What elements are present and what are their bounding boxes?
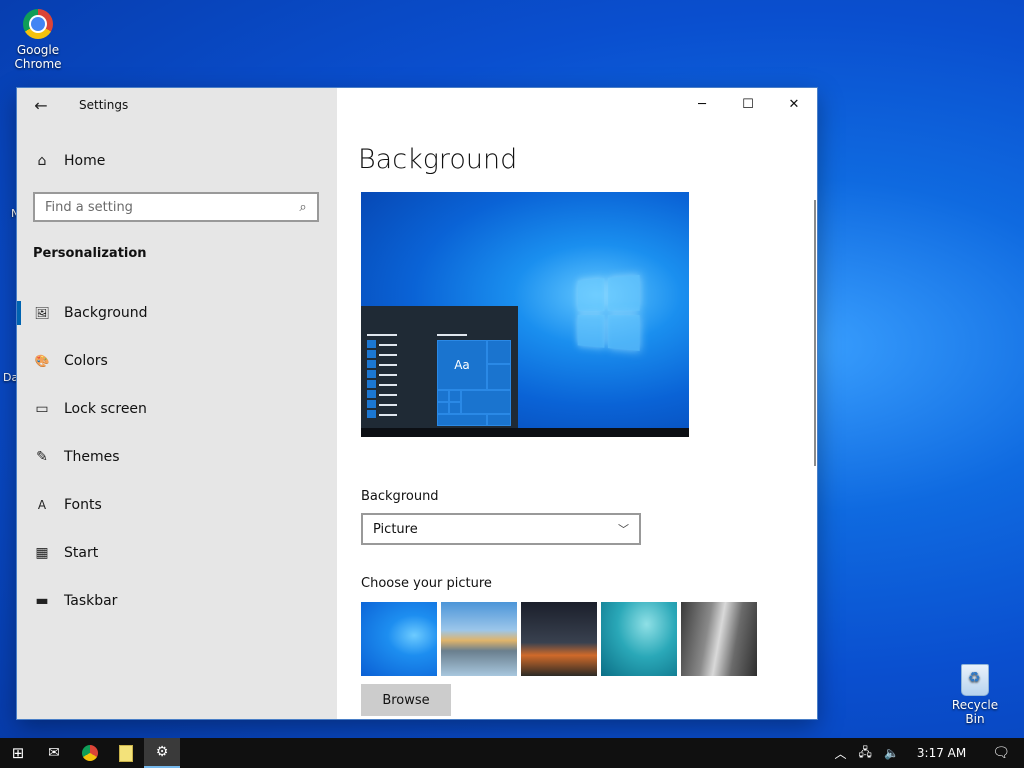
sidebar-item-start[interactable]: ▦ Start: [17, 529, 337, 577]
close-button[interactable]: ✕: [771, 88, 817, 120]
minimize-button[interactable]: ─: [679, 88, 725, 120]
sidebar-item-background[interactable]: 🖼 Background: [17, 289, 337, 337]
chrome-icon: [82, 745, 98, 761]
app-title: Settings: [79, 98, 129, 112]
desktop-icon-recycle-bin[interactable]: Recycle Bin: [943, 664, 1007, 726]
start-button[interactable]: ⊞: [0, 738, 36, 768]
brush-icon: ✎: [36, 449, 48, 465]
volume-icon[interactable]: 🔈: [878, 746, 905, 760]
settings-sidebar: ← Settings ⌂ Home ⌕ Personalization 🖼 Ba…: [17, 88, 337, 719]
notification-icon[interactable]: 🗨: [978, 745, 1024, 761]
taskbar-settings[interactable]: ⚙: [144, 738, 180, 768]
search-icon[interactable]: ⌕: [289, 200, 317, 215]
home-icon: ⌂: [37, 153, 47, 169]
sidebar-item-lock-screen[interactable]: ▭ Lock screen: [17, 385, 337, 433]
background-preview: Aa: [361, 192, 689, 437]
maximize-button[interactable]: ☐: [725, 88, 771, 120]
maximize-icon: ☐: [742, 96, 754, 112]
chevron-down-icon: ﹀: [618, 523, 629, 536]
palette-icon: 🎨: [34, 354, 50, 368]
sidebar-item-themes[interactable]: ✎ Themes: [17, 433, 337, 481]
sidebar-nav: 🖼 Background 🎨 Colors ▭ Lock screen ✎ Th…: [17, 289, 337, 625]
search-box: ⌕: [33, 192, 319, 222]
scrollbar[interactable]: [814, 200, 816, 466]
back-button[interactable]: ←: [17, 88, 65, 122]
network-icon[interactable]: 🖧: [853, 743, 878, 764]
settings-content: ─ ☐ ✕ Background Aa Background Picture ﹀…: [337, 88, 817, 719]
lock-screen-icon: ▭: [35, 401, 49, 417]
desktop-icon-chrome[interactable]: Google Chrome: [6, 8, 70, 71]
chrome-icon: [22, 9, 54, 41]
page-title: Background: [358, 144, 518, 175]
taskbar-notepad[interactable]: [108, 738, 144, 768]
sidebar-item-fonts[interactable]: A Fonts: [17, 481, 337, 529]
gear-icon: ⚙: [155, 744, 169, 760]
preview-start-menu: Aa: [361, 306, 518, 428]
picture-thumbnail[interactable]: [521, 602, 597, 676]
dropdown-value: Picture: [373, 521, 418, 537]
recycle-bin-icon: [959, 664, 991, 696]
sidebar-item-taskbar[interactable]: ▬ Taskbar: [17, 577, 337, 625]
sidebar-item-colors[interactable]: 🎨 Colors: [17, 337, 337, 385]
section-title: Personalization: [33, 246, 147, 261]
picture-icon: 🖼: [34, 306, 50, 320]
font-icon: A: [37, 498, 47, 512]
window-controls: ─ ☐ ✕: [679, 88, 817, 120]
sidebar-item-label: Themes: [64, 449, 120, 465]
search-input[interactable]: [35, 198, 289, 216]
titlebar: ← Settings: [17, 88, 337, 122]
windows-logo-icon: [577, 274, 642, 354]
notepad-icon: [119, 744, 133, 762]
clock[interactable]: 3:17 AM: [905, 746, 978, 760]
system-tray: ︿ 🖧 🔈 3:17 AM 🗨: [829, 738, 1024, 768]
background-type-dropdown[interactable]: Picture ﹀: [361, 513, 641, 545]
sidebar-item-home[interactable]: ⌂ Home: [17, 144, 337, 178]
preview-tile: Aa: [437, 340, 487, 390]
taskbar-chrome[interactable]: [72, 738, 108, 768]
sidebar-item-label: Start: [64, 545, 99, 561]
start-icon: ▦: [35, 545, 49, 561]
picture-thumbnail[interactable]: [361, 602, 437, 676]
picture-thumbnail[interactable]: [601, 602, 677, 676]
chevron-up-icon[interactable]: ︿: [829, 745, 853, 762]
sidebar-item-label: Lock screen: [64, 401, 147, 417]
arrow-left-icon: ←: [34, 95, 48, 115]
browse-button[interactable]: Browse: [361, 684, 451, 716]
picture-thumbnail[interactable]: [441, 602, 517, 676]
settings-window: ← Settings ⌂ Home ⌕ Personalization 🖼 Ba…: [17, 88, 817, 719]
desktop-icon-peek: Da: [3, 371, 19, 384]
minimize-icon: ─: [698, 96, 706, 112]
choose-picture-label: Choose your picture: [361, 576, 492, 591]
taskbar: ⊞ ✉ ⚙ ︿ 🖧 🔈 3:17 AM 🗨: [0, 738, 1024, 768]
picture-thumbnails: [361, 602, 757, 676]
sidebar-item-label: Colors: [64, 353, 108, 369]
sidebar-item-label: Background: [64, 305, 148, 321]
preview-taskbar: [361, 428, 689, 437]
picture-thumbnail[interactable]: [681, 602, 757, 676]
background-type-label: Background: [361, 489, 439, 504]
sidebar-item-label: Home: [64, 153, 106, 169]
sidebar-item-label: Fonts: [64, 497, 102, 513]
sidebar-item-label: Taskbar: [64, 593, 118, 609]
close-icon: ✕: [788, 96, 800, 112]
desktop-icon-label: Recycle Bin: [951, 698, 999, 726]
windows-logo-icon: ⊞: [11, 744, 25, 762]
mail-icon: ✉: [48, 745, 60, 761]
desktop-icon-label: Google Chrome: [14, 43, 62, 71]
taskbar-icon: ▬: [35, 593, 49, 609]
taskbar-mail[interactable]: ✉: [36, 738, 72, 768]
